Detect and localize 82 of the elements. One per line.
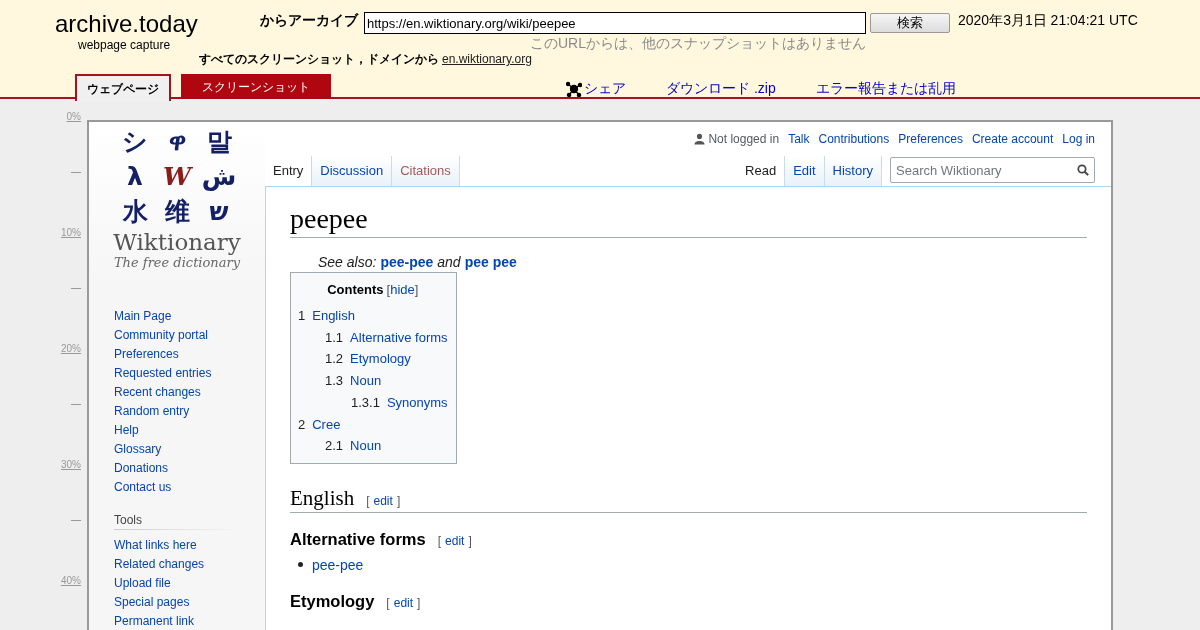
nav-link[interactable]: Community portal xyxy=(114,326,265,345)
toc-number: 2 xyxy=(298,416,306,432)
action-link[interactable]: エラー報告または乱用 xyxy=(815,78,956,99)
bracket: ] xyxy=(414,282,419,297)
toc-number: 2.1 xyxy=(325,438,344,454)
see-also-link[interactable]: pee-pee xyxy=(380,254,434,270)
site-subtitle: webpage capture xyxy=(78,38,172,52)
share-icon xyxy=(566,80,582,97)
nav-link[interactable]: Upload file xyxy=(114,574,265,593)
nav-link[interactable]: Special pages xyxy=(114,593,265,612)
edit-link[interactable]: edit xyxy=(373,493,393,508)
hide-link[interactable]: hide xyxy=(390,282,415,297)
wordmark: Wiktionary xyxy=(113,229,241,255)
search-button[interactable]: 検索 xyxy=(870,13,950,33)
toc-number: 1.1 xyxy=(325,329,344,345)
toc-link[interactable]: Noun xyxy=(350,438,382,454)
bracket: ] xyxy=(468,533,472,548)
action-link[interactable]: ダウンロード .zip xyxy=(666,78,776,99)
personal-link[interactable]: Create account xyxy=(971,132,1054,146)
page-tab[interactable]: Citations xyxy=(392,156,460,186)
toc-link[interactable]: Synonyms xyxy=(386,394,448,410)
site-title[interactable]: archive.today xyxy=(55,10,255,38)
see-also-joiner: and xyxy=(437,254,461,270)
domain-link[interactable]: en.wiktionary.org xyxy=(442,52,532,66)
bracket: ] xyxy=(417,595,421,610)
nav-link[interactable]: Contact us xyxy=(114,478,265,497)
no-snapshots-note: このURLからは、他のスナップショットはありません xyxy=(530,35,867,53)
nav-link[interactable]: Permanent link xyxy=(114,612,265,630)
nav-link[interactable]: Recent changes xyxy=(114,383,265,402)
url-field[interactable]: https://en.wiktionary.org/wiki/peepee xyxy=(364,12,866,34)
section-heading: Etymology xyxy=(290,590,375,612)
toc-link[interactable]: Alternative forms xyxy=(350,329,448,345)
toc-link[interactable]: Noun xyxy=(350,373,382,389)
toc-number: 1 xyxy=(298,308,306,323)
bracket: [ xyxy=(386,282,391,297)
view-tab[interactable]: スクリーンショット xyxy=(181,74,331,99)
section-heading: Alternative forms xyxy=(290,528,426,550)
see-also-label: See also: xyxy=(318,254,377,270)
view-tab[interactable]: ウェブページ xyxy=(75,74,171,101)
nav-link[interactable]: Preferences xyxy=(114,345,265,364)
section-heading: English xyxy=(290,484,355,512)
nav-link[interactable]: Main Page xyxy=(114,307,265,326)
nav-link[interactable]: Glossary xyxy=(114,440,265,459)
personal-link[interactable]: Contributions xyxy=(818,132,890,146)
login-status: Not logged in xyxy=(708,132,780,146)
contents-title: Contents xyxy=(327,282,384,297)
user-icon xyxy=(694,133,706,145)
nav-link[interactable]: Donations xyxy=(114,459,265,478)
view-tab[interactable]: History xyxy=(824,156,882,186)
nav-link[interactable]: Requested entries xyxy=(114,364,265,383)
nav-link[interactable]: What links here xyxy=(114,536,265,555)
personal-link[interactable]: Talk xyxy=(788,132,810,146)
nav-link[interactable]: Related changes xyxy=(114,555,265,574)
personal-link[interactable]: Log in xyxy=(1062,132,1095,146)
edit-link[interactable]: edit xyxy=(445,533,465,548)
nav-link[interactable]: Random entry xyxy=(114,402,265,421)
personal-link[interactable]: Preferences xyxy=(898,132,963,146)
view-tab[interactable]: Edit xyxy=(785,156,825,186)
term-link[interactable]: pee-pee xyxy=(312,554,364,575)
toc-number: 1.2 xyxy=(325,351,344,367)
bracket: [ xyxy=(437,533,442,548)
toc-link[interactable]: Cree xyxy=(312,416,341,432)
timestamp: 2020年3月1日 21:04:21 UTC xyxy=(958,12,1138,30)
edit-link[interactable]: edit xyxy=(393,595,414,610)
toc-number: 1.3.1 xyxy=(351,394,380,410)
see-also-link[interactable]: pee pee xyxy=(464,254,517,270)
bracket: ] xyxy=(396,493,401,508)
toc-link[interactable]: English xyxy=(312,308,355,323)
search-icon[interactable] xyxy=(1077,164,1089,176)
bracket: [ xyxy=(366,493,370,508)
all-screenshots-label: すべてのスクリーンショット，ドメインから xyxy=(199,52,439,66)
action-link[interactable]: シェア xyxy=(566,78,626,99)
bracket: [ xyxy=(386,595,390,610)
archive-label: からアーカイブ xyxy=(260,12,358,30)
toc-link[interactable]: Etymology xyxy=(350,351,411,367)
toc-number: 1.3 xyxy=(325,373,344,389)
search-field[interactable]: Search Wiktionary xyxy=(890,157,1095,183)
page-title: peepee xyxy=(290,201,1087,238)
tagline: The free dictionary xyxy=(113,255,241,271)
page-tab[interactable]: Discussion xyxy=(312,156,393,186)
nav-link[interactable]: Help xyxy=(114,421,265,440)
tools-heading: Tools xyxy=(114,511,239,530)
